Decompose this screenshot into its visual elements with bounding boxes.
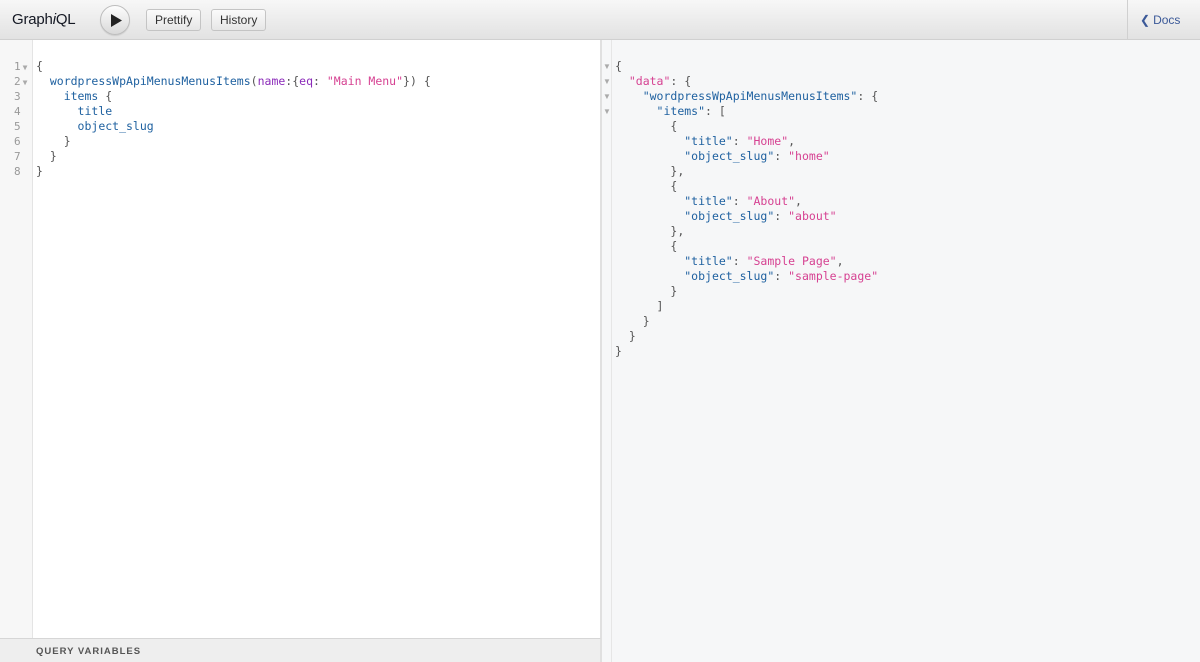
app-title: GraphiQL xyxy=(12,11,76,28)
play-icon xyxy=(111,14,122,27)
result-line: } xyxy=(642,314,650,328)
result-title-value: "Sample Page" xyxy=(746,254,837,268)
result-line: "title": "About", xyxy=(684,194,802,208)
fold-arrow-icon[interactable]: ▼ xyxy=(603,59,611,74)
result-line: { xyxy=(670,179,678,193)
query-editor[interactable]: 1 ▼ 2 ▼ 3 4 5 6 7 8 { wordpressWpApiMenusM… xyxy=(0,40,601,638)
line-number: 5 xyxy=(14,120,21,133)
chevron-left-icon: ❮ xyxy=(1140,13,1151,27)
line-number: 1 ▼ xyxy=(14,60,28,73)
history-button[interactable]: History xyxy=(211,9,267,31)
query-variables-panel[interactable]: QUERY VARIABLES xyxy=(0,638,601,662)
argument-value: "Main Menu" xyxy=(326,74,404,88)
fold-arrow-icon[interactable]: ▼ xyxy=(23,78,28,87)
code-line: } xyxy=(36,164,43,178)
fold-arrow-icon[interactable]: ▼ xyxy=(603,104,611,119)
result-line: } xyxy=(670,284,678,298)
result-line: { xyxy=(615,59,622,73)
result-line: "object_slug": "sample-page" xyxy=(684,269,879,283)
code-line: object_slug xyxy=(36,119,154,134)
result-slug-value: "sample-page" xyxy=(788,269,879,283)
result-root-key: "wordpressWpApiMenusMenusItems" xyxy=(642,89,858,103)
line-number: 3 xyxy=(14,90,21,103)
code-line: items { xyxy=(63,89,113,103)
result-viewer: ▼ ▼ ▼ ▼ { "data": { "wordpressWpApiMenus… xyxy=(601,40,1200,662)
app-title-suffix: QL xyxy=(55,11,76,28)
result-line: } xyxy=(615,344,622,358)
code-line: { xyxy=(36,59,43,73)
prettify-button[interactable]: Prettify xyxy=(146,9,202,31)
fold-arrow-icon[interactable]: ▼ xyxy=(603,74,611,89)
object-slug-field: object_slug xyxy=(77,119,154,133)
line-number: 2 ▼ xyxy=(14,75,28,88)
result-line: } xyxy=(628,329,636,343)
argument-name: name xyxy=(257,74,286,88)
line-gutter: 1 ▼ 2 ▼ 3 4 5 6 7 8 xyxy=(0,40,33,638)
result-items-key: "items" xyxy=(656,104,706,118)
result-line: "items": [ xyxy=(656,104,726,118)
result-line: ] xyxy=(656,299,664,313)
line-number: 6 xyxy=(14,135,21,148)
result-line: "title": "Sample Page", xyxy=(684,254,844,268)
result-line: }, xyxy=(670,224,685,238)
docs-button[interactable]: ❮ Docs xyxy=(1140,13,1180,27)
result-slug-value: "home" xyxy=(788,149,830,163)
result-line: { xyxy=(670,119,678,133)
argument-operator: eq xyxy=(299,74,314,88)
line-number: 7 xyxy=(14,150,21,163)
result-line: { xyxy=(670,239,678,253)
query-variables-label: QUERY VARIABLES xyxy=(36,646,142,657)
toolbar: GraphiQL Prettify History ❮ Docs xyxy=(0,0,1200,40)
title-field: title xyxy=(77,104,113,118)
result-line: "data": { xyxy=(628,74,692,88)
line-number: 4 xyxy=(14,105,21,118)
fold-arrow-icon[interactable]: ▼ xyxy=(23,63,28,72)
result-title-value: "About" xyxy=(746,194,796,208)
result-title-value: "Home" xyxy=(746,134,789,148)
result-line: "object_slug": "about" xyxy=(684,209,837,223)
result-line: "object_slug": "home" xyxy=(684,149,830,163)
items-field: items xyxy=(63,89,99,103)
code-line: } xyxy=(49,149,57,163)
code-line: } xyxy=(63,134,71,148)
docs-area: ❮ Docs xyxy=(1127,0,1200,40)
root-field: wordpressWpApiMenusMenusItems xyxy=(49,74,251,88)
execute-query-button[interactable] xyxy=(100,5,130,35)
result-line: "wordpressWpApiMenusMenusItems": { xyxy=(642,89,879,103)
result-slug-value: "about" xyxy=(788,209,837,223)
result-line: }, xyxy=(670,164,685,178)
result-line: "title": "Home", xyxy=(684,134,796,148)
result-gutter: ▼ ▼ ▼ ▼ xyxy=(602,40,612,662)
result-data-key: "data" xyxy=(628,74,671,88)
docs-label: Docs xyxy=(1153,13,1181,27)
app-title-prefix: Graph xyxy=(12,11,53,28)
fold-arrow-icon[interactable]: ▼ xyxy=(603,89,611,104)
code-line: title xyxy=(36,104,113,119)
line-number: 8 xyxy=(14,165,21,178)
code-line: wordpressWpApiMenusMenusItems(name:{eq: … xyxy=(49,74,431,88)
